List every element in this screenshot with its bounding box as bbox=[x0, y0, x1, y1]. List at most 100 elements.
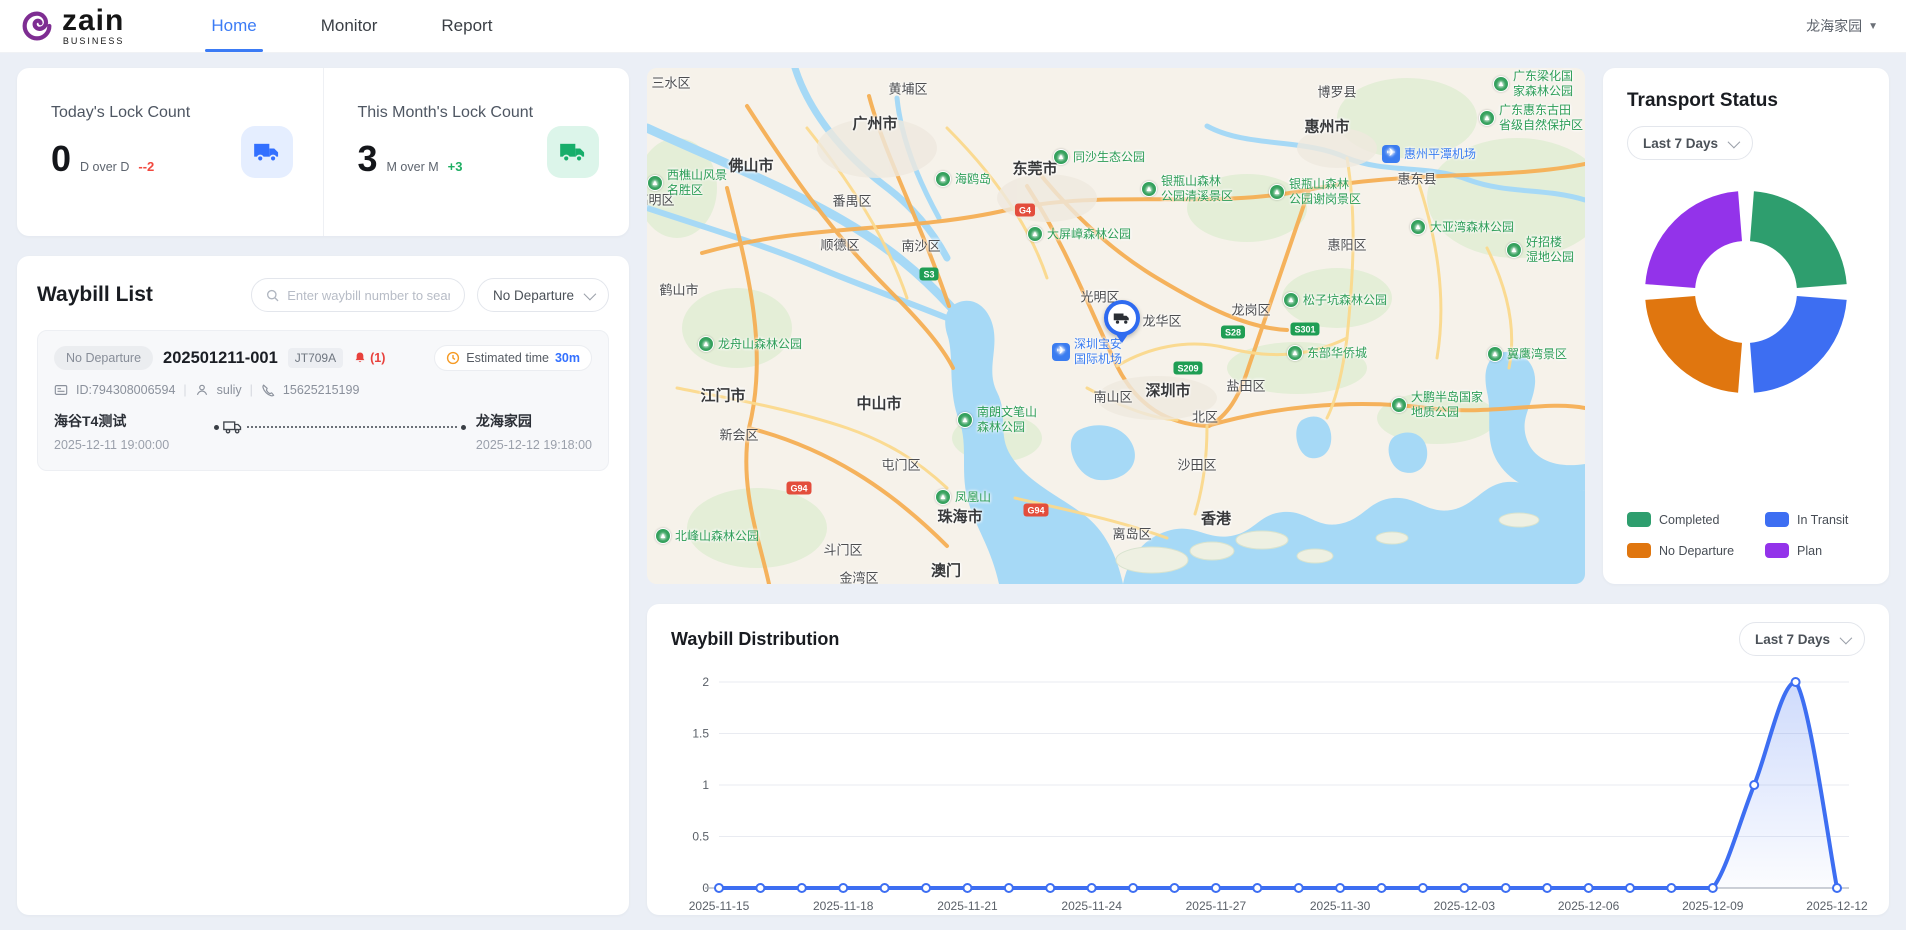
tree-icon: ▲ bbox=[1287, 345, 1303, 361]
x-axis-tick: 2025-11-15 bbox=[689, 899, 750, 913]
tab-monitor[interactable]: Monitor bbox=[305, 0, 394, 52]
data-point bbox=[798, 884, 806, 892]
y-axis-tick: 1 bbox=[702, 778, 709, 792]
airplane-icon: ✈ bbox=[1382, 145, 1400, 163]
road-number-badge: S28 bbox=[1221, 326, 1245, 339]
data-point bbox=[1792, 678, 1800, 686]
map-airport-label: ✈惠州平潭机场 bbox=[1382, 145, 1476, 163]
departure-filter-dropdown[interactable]: No Departure bbox=[477, 278, 609, 312]
tree-icon: ▲ bbox=[1027, 226, 1043, 242]
y-axis-tick: 1.5 bbox=[692, 727, 709, 741]
data-point bbox=[839, 884, 847, 892]
legend-swatch bbox=[1765, 512, 1789, 527]
y-axis-tick: 2 bbox=[702, 675, 709, 689]
map-label-district: 屯门区 bbox=[881, 455, 920, 474]
legend-item-completed: Completed bbox=[1627, 512, 1765, 527]
data-point bbox=[922, 884, 930, 892]
range-value: Last 7 Days bbox=[1755, 632, 1830, 647]
search-icon bbox=[266, 288, 279, 303]
filter-value: No Departure bbox=[493, 288, 574, 303]
map-park-label: ▲好招楼湿地公园 bbox=[1506, 235, 1574, 265]
map-park-label: ▲松子坑森林公园 bbox=[1283, 292, 1387, 308]
map-label-city: 澳门 bbox=[931, 560, 961, 581]
chevron-down-icon bbox=[1728, 135, 1741, 148]
map-label-district: 沙田区 bbox=[1177, 455, 1216, 474]
data-point bbox=[1667, 884, 1675, 892]
map-label-city: 香港 bbox=[1201, 508, 1231, 529]
x-axis-tick: 2025-11-30 bbox=[1310, 899, 1371, 913]
x-axis-tick: 2025-11-27 bbox=[1186, 899, 1247, 913]
distribution-range-dropdown[interactable]: Last 7 Days bbox=[1739, 622, 1865, 656]
waybill-list-title: Waybill List bbox=[37, 283, 239, 307]
map-label-district: 黄埔区 bbox=[888, 79, 927, 98]
transport-range-dropdown[interactable]: Last 7 Days bbox=[1627, 126, 1753, 160]
data-point bbox=[715, 884, 723, 892]
road-number-badge: G94 bbox=[786, 482, 811, 495]
map-park-label: ▲大亚湾森林公园 bbox=[1410, 219, 1514, 235]
stat-compare-label: D over D bbox=[80, 160, 129, 174]
plate-badge: JT709A bbox=[288, 348, 343, 368]
stat-title: Today's Lock Count bbox=[51, 104, 190, 122]
data-point bbox=[1419, 884, 1427, 892]
chevron-down-icon bbox=[584, 287, 597, 300]
donut-segment-in-transit bbox=[1752, 298, 1822, 368]
data-point bbox=[1378, 884, 1386, 892]
account-name: 龙海家园 bbox=[1806, 16, 1862, 36]
map-park-label: ▲大屏嶂森林公园 bbox=[1027, 226, 1131, 242]
waybill-search[interactable] bbox=[251, 278, 465, 312]
account-menu[interactable]: 龙海家园 ▼ bbox=[1806, 16, 1878, 36]
estimated-time-badge: Estimated time 30m bbox=[434, 345, 592, 371]
x-axis-tick: 2025-11-18 bbox=[813, 899, 874, 913]
tree-icon: ▲ bbox=[1506, 242, 1522, 258]
stat-delta: +3 bbox=[448, 159, 463, 174]
truck-icon bbox=[1113, 311, 1131, 325]
stat-value: 3 bbox=[358, 138, 378, 180]
donut-segment-no-departure bbox=[1670, 298, 1740, 368]
map-label-district: 离岛区 bbox=[1112, 524, 1151, 543]
search-input[interactable] bbox=[287, 288, 450, 303]
map-label-city: 佛山市 bbox=[728, 155, 773, 176]
truck-icon bbox=[223, 419, 243, 435]
chevron-down-icon: ▼ bbox=[1868, 21, 1878, 32]
tree-icon: ▲ bbox=[655, 528, 671, 544]
map-park-label: ▲东部华侨城 bbox=[1287, 345, 1367, 361]
waybill-card[interactable]: No Departure 202501211-001 JT709A (1) Es… bbox=[37, 330, 609, 471]
map-label-city: 珠海市 bbox=[937, 506, 982, 527]
data-point bbox=[1336, 884, 1344, 892]
legend-swatch bbox=[1627, 512, 1651, 527]
top-navbar: zain BUSINESS Home Monitor Report 龙海家园 ▼ bbox=[0, 0, 1906, 53]
map-label-district: 龙岗区 bbox=[1231, 300, 1270, 319]
road-number-badge: S209 bbox=[1173, 362, 1202, 375]
origin-name: 海谷T4测试 bbox=[54, 411, 204, 431]
destination-time: 2025-12-12 19:18:00 bbox=[476, 438, 592, 452]
tab-home[interactable]: Home bbox=[195, 0, 272, 52]
today-lock-count: Today's Lock Count 0 D over D --2 bbox=[17, 68, 323, 236]
data-point bbox=[1460, 884, 1468, 892]
map-view[interactable]: 广州市佛山市东莞市惠州市深圳市中山市江门市珠海市香港澳门三水区黄埔区博罗县惠东县… bbox=[647, 68, 1585, 584]
x-axis-tick: 2025-12-12 bbox=[1806, 899, 1868, 913]
map-park-label: ▲翼鹰湾景区 bbox=[1487, 346, 1567, 362]
map-label-city: 深圳市 bbox=[1145, 380, 1190, 401]
map-park-label: ▲银瓶山森林公园谢岗景区 bbox=[1269, 177, 1361, 207]
tree-icon: ▲ bbox=[1487, 346, 1503, 362]
data-point bbox=[1709, 884, 1717, 892]
truck-icon bbox=[241, 126, 293, 178]
route-progress bbox=[214, 419, 466, 435]
map-label-city: 江门市 bbox=[700, 385, 745, 406]
data-point bbox=[881, 884, 889, 892]
tree-icon: ▲ bbox=[935, 489, 951, 505]
main-nav: Home Monitor Report bbox=[179, 0, 524, 52]
map-label-district: 三水区 bbox=[651, 72, 690, 91]
map-label-district: 南沙区 bbox=[901, 236, 940, 255]
data-point bbox=[1129, 884, 1137, 892]
data-point bbox=[756, 884, 764, 892]
truck-icon bbox=[547, 126, 599, 178]
tab-report[interactable]: Report bbox=[425, 0, 508, 52]
map-label-city: 广州市 bbox=[852, 113, 897, 134]
lock-count-stats-card: Today's Lock Count 0 D over D --2 This M… bbox=[17, 68, 629, 236]
tree-icon: ▲ bbox=[1283, 292, 1299, 308]
waybill-number: 202501211-001 bbox=[163, 349, 278, 368]
vehicle-map-marker[interactable] bbox=[1104, 300, 1140, 350]
origin-time: 2025-12-11 19:00:00 bbox=[54, 438, 204, 452]
x-axis-tick: 2025-11-24 bbox=[1061, 899, 1122, 913]
